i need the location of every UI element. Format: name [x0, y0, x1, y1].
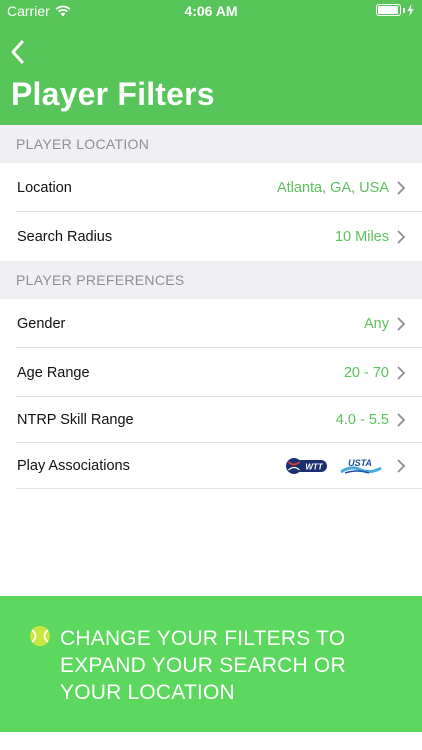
status-bar: Carrier 4:06 AM [0, 0, 422, 22]
row-divider [16, 488, 422, 489]
usta-logo: USTA [339, 457, 383, 475]
age-range-label: Age Range [17, 364, 90, 381]
back-chevron-icon[interactable] [8, 38, 28, 66]
chevron-right-icon [397, 413, 406, 427]
battery-level-fill [378, 6, 398, 14]
section-title-player-preferences: PLAYER PREFERENCES [16, 272, 185, 288]
filter-tip-banner: CHANGE YOUR FILTERS TO EXPAND YOUR SEARC… [0, 596, 422, 732]
nav-header: Carrier 4:06 AM Player Filters [0, 0, 422, 125]
search-radius-row[interactable]: Search Radius 10 Miles [0, 212, 422, 261]
location-row[interactable]: Location Atlanta, GA, USA [0, 163, 422, 212]
gender-label: Gender [17, 315, 66, 332]
ntrp-skill-range-label: NTRP Skill Range [17, 412, 134, 428]
svg-text:WTT: WTT [305, 463, 323, 472]
chevron-right-icon [397, 459, 406, 473]
page-title: Player Filters [11, 76, 215, 112]
section-header-player-location: PLAYER LOCATION [0, 125, 422, 163]
ntrp-skill-range-value: 4.0 - 5.5 [335, 412, 389, 428]
battery-icon [376, 4, 401, 16]
gender-row[interactable]: Gender Any [0, 299, 422, 348]
section-header-player-preferences: PLAYER PREFERENCES [0, 261, 422, 299]
filter-tip-message: CHANGE YOUR FILTERS TO EXPAND YOUR SEARC… [60, 627, 346, 704]
chevron-right-icon [397, 181, 406, 194]
gender-value: Any [364, 315, 389, 332]
battery-tip [403, 7, 405, 13]
play-associations-label: Play Associations [17, 458, 130, 474]
search-radius-label: Search Radius [17, 228, 113, 245]
chevron-right-icon [397, 230, 406, 243]
battery-indicator [376, 4, 414, 16]
tennis-ball-icon [30, 626, 50, 646]
status-time: 4:06 AM [184, 3, 238, 19]
location-value: Atlanta, GA, USA [276, 179, 389, 196]
age-range-row[interactable]: Age Range 20 - 70 [0, 348, 422, 397]
search-radius-value: 10 Miles [335, 228, 389, 245]
age-range-value: 20 - 70 [343, 364, 389, 381]
play-associations-row[interactable]: Play Associations WTT USTA [0, 443, 422, 489]
section-title-player-location: PLAYER LOCATION [16, 136, 150, 152]
chevron-right-icon [397, 366, 406, 379]
charging-icon [407, 4, 414, 16]
ntrp-skill-range-row[interactable]: NTRP Skill Range 4.0 - 5.5 [0, 397, 422, 443]
chevron-right-icon [397, 317, 406, 330]
wtt-logo: WTT [285, 457, 329, 475]
location-label: Location [17, 179, 72, 196]
association-logos: WTT USTA [285, 457, 383, 475]
